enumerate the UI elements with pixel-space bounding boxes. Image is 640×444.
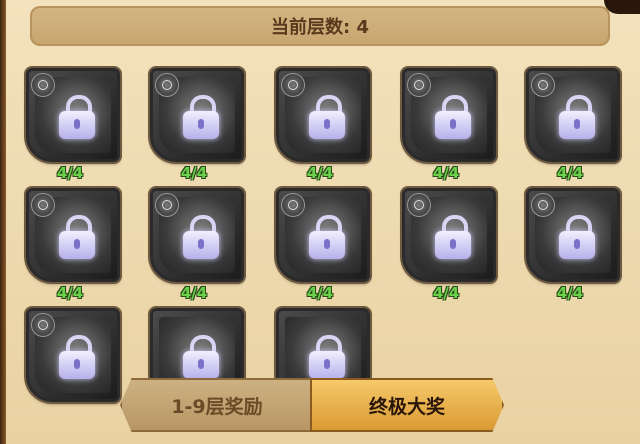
- hero-progress: 4/4: [556, 284, 584, 302]
- faction-emblem-icon: [155, 193, 179, 217]
- current-floor-text: 当前层数: 4: [271, 17, 369, 38]
- lock-icon: [183, 215, 219, 259]
- lock-icon: [559, 215, 595, 259]
- lock-icon: [183, 335, 219, 379]
- tab-floor-rewards[interactable]: 1-9层奖励: [120, 378, 314, 432]
- faction-emblem-icon: [31, 313, 55, 337]
- faction-emblem-icon: [407, 73, 431, 97]
- hero-card-10[interactable]: [526, 188, 620, 282]
- hero-progress: 4/4: [56, 164, 84, 182]
- hero-card-5[interactable]: [526, 68, 620, 162]
- lock-icon: [59, 215, 95, 259]
- hero-progress: 4/4: [180, 164, 208, 182]
- faction-emblem-icon: [31, 73, 55, 97]
- lock-icon: [59, 335, 95, 379]
- lock-icon: [59, 95, 95, 139]
- hero-card-4[interactable]: [402, 68, 496, 162]
- hero-progress: 4/4: [306, 164, 334, 182]
- hero-card-8[interactable]: [276, 188, 370, 282]
- hero-progress: 4/4: [432, 284, 460, 302]
- lock-icon: [559, 95, 595, 139]
- hero-card-1[interactable]: [26, 68, 120, 162]
- hero-card-9[interactable]: [402, 188, 496, 282]
- tab-grand-prize[interactable]: 终极大奖: [310, 378, 504, 432]
- lock-icon: [309, 335, 345, 379]
- faction-emblem-icon: [531, 73, 555, 97]
- hero-card-3[interactable]: [276, 68, 370, 162]
- hero-card-2[interactable]: [150, 68, 244, 162]
- lock-icon: [183, 95, 219, 139]
- hero-progress: 4/4: [432, 164, 460, 182]
- faction-emblem-icon: [531, 193, 555, 217]
- faction-emblem-icon: [407, 193, 431, 217]
- hero-card-11[interactable]: [26, 308, 120, 402]
- floor-header: 当前层数: 4: [30, 6, 610, 46]
- panel-left-border: [0, 0, 6, 444]
- lock-icon: [309, 215, 345, 259]
- lock-icon: [435, 95, 471, 139]
- hero-progress: 4/4: [180, 284, 208, 302]
- hero-progress: 4/4: [556, 164, 584, 182]
- hero-card-7[interactable]: [150, 188, 244, 282]
- faction-emblem-icon: [31, 193, 55, 217]
- faction-emblem-icon: [281, 193, 305, 217]
- reward-tab-bar: 1-9层奖励 终极大奖: [120, 378, 504, 432]
- lock-icon: [435, 215, 471, 259]
- hero-card-6[interactable]: [26, 188, 120, 282]
- faction-emblem-icon: [155, 73, 179, 97]
- faction-emblem-icon: [281, 73, 305, 97]
- lock-icon: [309, 95, 345, 139]
- hero-progress: 4/4: [56, 284, 84, 302]
- hero-progress: 4/4: [306, 284, 334, 302]
